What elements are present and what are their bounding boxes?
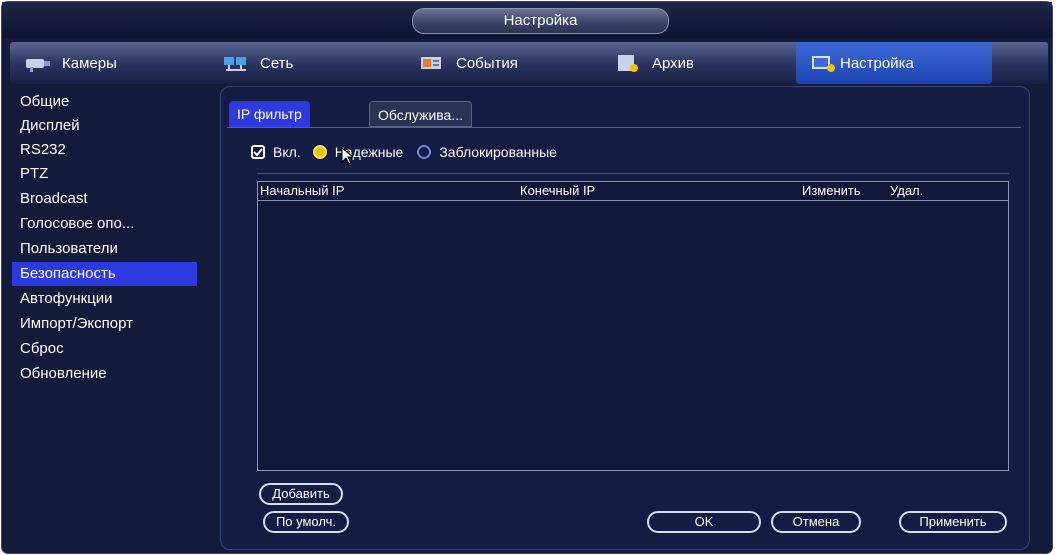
column-start-ip: Начальный IP: [260, 183, 345, 198]
ok-button[interactable]: OK: [647, 511, 761, 533]
tab-archive-label: Архив: [652, 54, 695, 72]
tab-settings[interactable]: Настройка: [796, 42, 992, 84]
settings-window: Настройка Камеры Сеть События Архив Наст…: [2, 2, 1052, 553]
sidebar-item-display[interactable]: Дисплей: [12, 114, 197, 138]
sidebar-item-general[interactable]: Общие: [12, 90, 197, 114]
filter-options: Вкл. Надежные Заблокированные: [251, 139, 557, 165]
tab-settings-label: Настройка: [840, 54, 914, 72]
apply-button[interactable]: Применить: [899, 511, 1007, 533]
tab-events-label: События: [456, 54, 518, 72]
window-title: Настройка: [412, 8, 669, 34]
tab-ip-filter[interactable]: IP фильтр: [229, 101, 310, 127]
column-delete: Удал.: [890, 183, 924, 198]
ip-filter-table: Начальный IP Конечный IP Изменить Удал.: [257, 181, 1009, 471]
sidebar-item-import-export[interactable]: Импорт/Экспорт: [12, 312, 197, 336]
events-icon: [418, 53, 446, 73]
default-button[interactable]: По умолч.: [263, 511, 349, 533]
sidebar-item-security[interactable]: Безопасность: [12, 262, 197, 286]
tab-network-label: Сеть: [260, 54, 294, 72]
column-end-ip: Конечный IP: [520, 183, 596, 198]
sidebar-item-update[interactable]: Обновление: [12, 362, 197, 386]
top-navigation: Камеры Сеть События Архив Настройка: [10, 42, 1048, 84]
sidebar-item-users[interactable]: Пользователи: [12, 237, 197, 261]
sidebar-item-rs232[interactable]: RS232: [12, 138, 197, 162]
content-panel: IP фильтр Обслужива... Вкл. Надежные Заб…: [220, 86, 1030, 550]
settings-icon: [810, 53, 838, 73]
sidebar-item-auto-functions[interactable]: Автофункции: [12, 287, 197, 311]
sidebar-item-reset[interactable]: Сброс: [12, 337, 197, 361]
blocked-radio[interactable]: [417, 145, 432, 159]
network-icon: [222, 53, 250, 73]
blocked-label: Заблокированные: [439, 144, 557, 160]
title-bar: Настройка: [2, 2, 1052, 38]
tab-maintenance[interactable]: Обслужива...: [369, 101, 472, 127]
options-divider: [257, 173, 1009, 174]
tab-events[interactable]: События: [404, 42, 600, 84]
tab-network[interactable]: Сеть: [208, 42, 404, 84]
sidebar: Общие Дисплей RS232 PTZ Broadcast Голосо…: [10, 88, 200, 548]
tab-cameras-label: Камеры: [62, 54, 117, 72]
table-header: Начальный IP Конечный IP Изменить Удал.: [258, 182, 1008, 201]
column-edit: Изменить: [802, 183, 861, 198]
enable-label: Вкл.: [273, 144, 301, 160]
cancel-button[interactable]: Отмена: [771, 511, 861, 533]
enable-checkbox[interactable]: [251, 145, 265, 159]
sidebar-item-broadcast[interactable]: Broadcast: [12, 187, 197, 211]
subtab-divider: [227, 127, 1021, 128]
sidebar-item-voice[interactable]: Голосовое опо...: [12, 212, 197, 236]
add-button[interactable]: Добавить: [259, 483, 343, 505]
trusted-radio[interactable]: [312, 145, 327, 159]
tab-archive[interactable]: Архив: [600, 42, 796, 84]
archive-icon: [614, 53, 642, 73]
camera-icon: [24, 53, 52, 73]
sidebar-item-ptz[interactable]: PTZ: [12, 162, 197, 186]
tab-cameras[interactable]: Камеры: [10, 42, 208, 84]
